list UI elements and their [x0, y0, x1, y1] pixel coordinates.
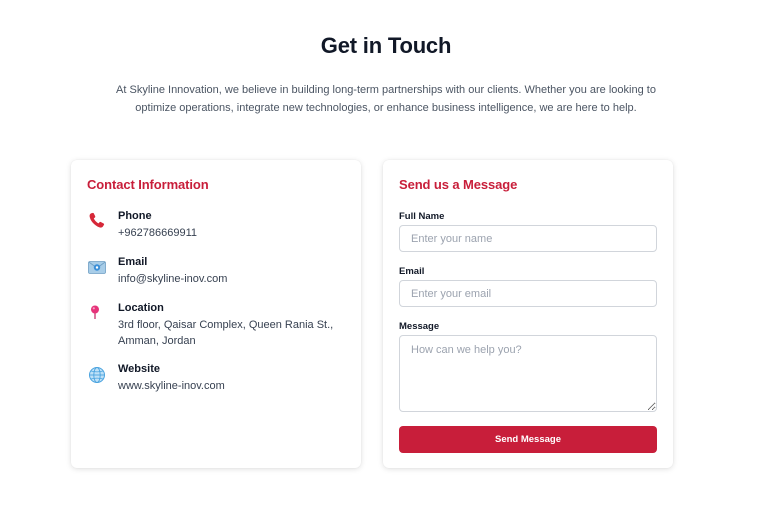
- contact-item-value: info@skyline-inov.com: [118, 273, 228, 285]
- contact-item-label: Phone: [118, 210, 152, 222]
- contact-item-location: Location 3rd floor, Qaisar Complex, Quee…: [87, 302, 349, 352]
- contact-item-label: Email: [118, 256, 148, 268]
- contact-item-value: www.skyline-inov.com: [118, 380, 225, 392]
- contact-info-title: Contact Information: [87, 177, 209, 192]
- full-name-label: Full Name: [399, 211, 445, 222]
- page-title: Get in Touch: [320, 33, 452, 58]
- message-form-card: Send us a Message Full Name Email Messag…: [383, 160, 673, 468]
- contact-info-card: Contact Information Phone +962786669911 …: [71, 160, 361, 468]
- phone-icon: [87, 212, 107, 230]
- message-textarea[interactable]: [399, 335, 657, 412]
- contact-item-website: Website www.skyline-inov.com: [87, 363, 349, 397]
- globe-icon: [87, 365, 107, 383]
- message-label: Message: [399, 321, 440, 332]
- contact-item-phone: Phone +962786669911: [87, 210, 349, 244]
- intro-text: At Skyline Innovation, we believe in bui…: [116, 84, 656, 114]
- contact-item-email: Email info@skyline-inov.com: [87, 256, 349, 290]
- send-message-button[interactable]: Send Message: [399, 426, 657, 453]
- email-label: Email: [399, 266, 425, 277]
- contact-item-label: Location: [118, 302, 164, 314]
- location-pin-icon: [87, 304, 107, 322]
- email-icon: [87, 258, 107, 276]
- contact-item-value: +962786669911: [118, 227, 198, 239]
- contact-item-label: Website: [118, 363, 160, 375]
- full-name-input[interactable]: [399, 225, 657, 252]
- contact-item-value: 3rd floor, Qaisar Complex, Queen Rania S…: [118, 319, 334, 347]
- message-form-title: Send us a Message: [399, 177, 518, 192]
- email-input[interactable]: [399, 280, 657, 307]
